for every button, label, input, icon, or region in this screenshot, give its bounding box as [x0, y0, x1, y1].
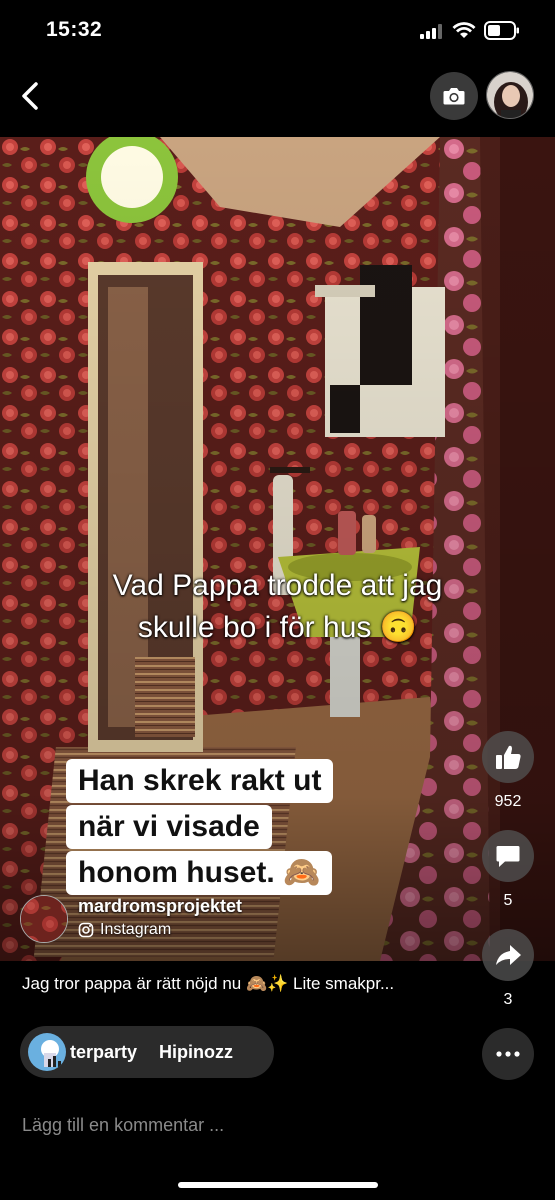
camera-button[interactable] [430, 72, 478, 120]
music-title-b: Hipinozz [159, 1041, 234, 1062]
like-button[interactable] [482, 731, 534, 783]
avatar-image [487, 72, 533, 118]
author-avatar-image [21, 896, 67, 942]
profile-avatar[interactable] [486, 71, 534, 119]
battery-icon [484, 21, 519, 40]
overlay-line: honom huset. 🙈 [66, 851, 333, 895]
author-source-label: Instagram [100, 921, 172, 938]
overlay-line: Han skrek rakt ut [66, 759, 334, 803]
thumbs-up-icon [496, 745, 521, 769]
comment-button[interactable] [482, 830, 534, 882]
status-time: 15:32 [46, 18, 103, 41]
like-count: 952 [494, 793, 522, 810]
caption-line: skulle bo i för hus 🙃 [137, 611, 418, 644]
share-button[interactable] [482, 929, 534, 981]
comment-action: 5 [480, 830, 536, 910]
author-source: Instagram [78, 921, 171, 939]
share-count: 3 [503, 991, 513, 1008]
video-caption-top: Vad Pappa trodde att jag skulle bo i för… [0, 565, 555, 649]
music-title-a: terparty [70, 1041, 138, 1062]
more-icon [496, 1051, 520, 1057]
post-caption[interactable]: Jag tror pappa är rätt nöjd nu 🙈✨ Lite s… [22, 974, 472, 994]
music-pill[interactable]: terparty Hipinozz [20, 1026, 274, 1078]
wifi-icon [452, 22, 476, 38]
share-icon [496, 945, 521, 965]
music-cover-image [28, 1033, 66, 1071]
home-indicator[interactable] [178, 1182, 378, 1188]
more-options-button[interactable] [482, 1028, 534, 1080]
comment-input[interactable]: Lägg till en kommentar ... [22, 1115, 224, 1136]
camera-icon [443, 88, 465, 105]
like-action: 952 [480, 731, 536, 811]
video-caption-overlay: Han skrek rakt ut när vi visade honom hu… [66, 759, 366, 897]
comment-icon [496, 846, 520, 867]
share-action: 3 [480, 929, 536, 1009]
comment-count: 5 [503, 892, 513, 909]
signal-icon [420, 24, 442, 39]
overlay-line: när vi visade [66, 805, 272, 849]
author-name[interactable]: mardromsprojektet [78, 896, 242, 917]
top-nav [0, 62, 555, 136]
music-thumbnail [28, 1033, 66, 1071]
author-avatar[interactable] [20, 895, 68, 943]
back-button[interactable] [14, 76, 48, 116]
chevron-left-icon [22, 82, 38, 110]
caption-line: Vad Pappa trodde att jag [112, 569, 443, 602]
instagram-icon [78, 922, 94, 938]
video-player[interactable]: Vad Pappa trodde att jag skulle bo i för… [0, 137, 555, 961]
status-bar: 15:32 [0, 0, 555, 62]
music-title: terparty Hipinozz [70, 1042, 255, 1063]
